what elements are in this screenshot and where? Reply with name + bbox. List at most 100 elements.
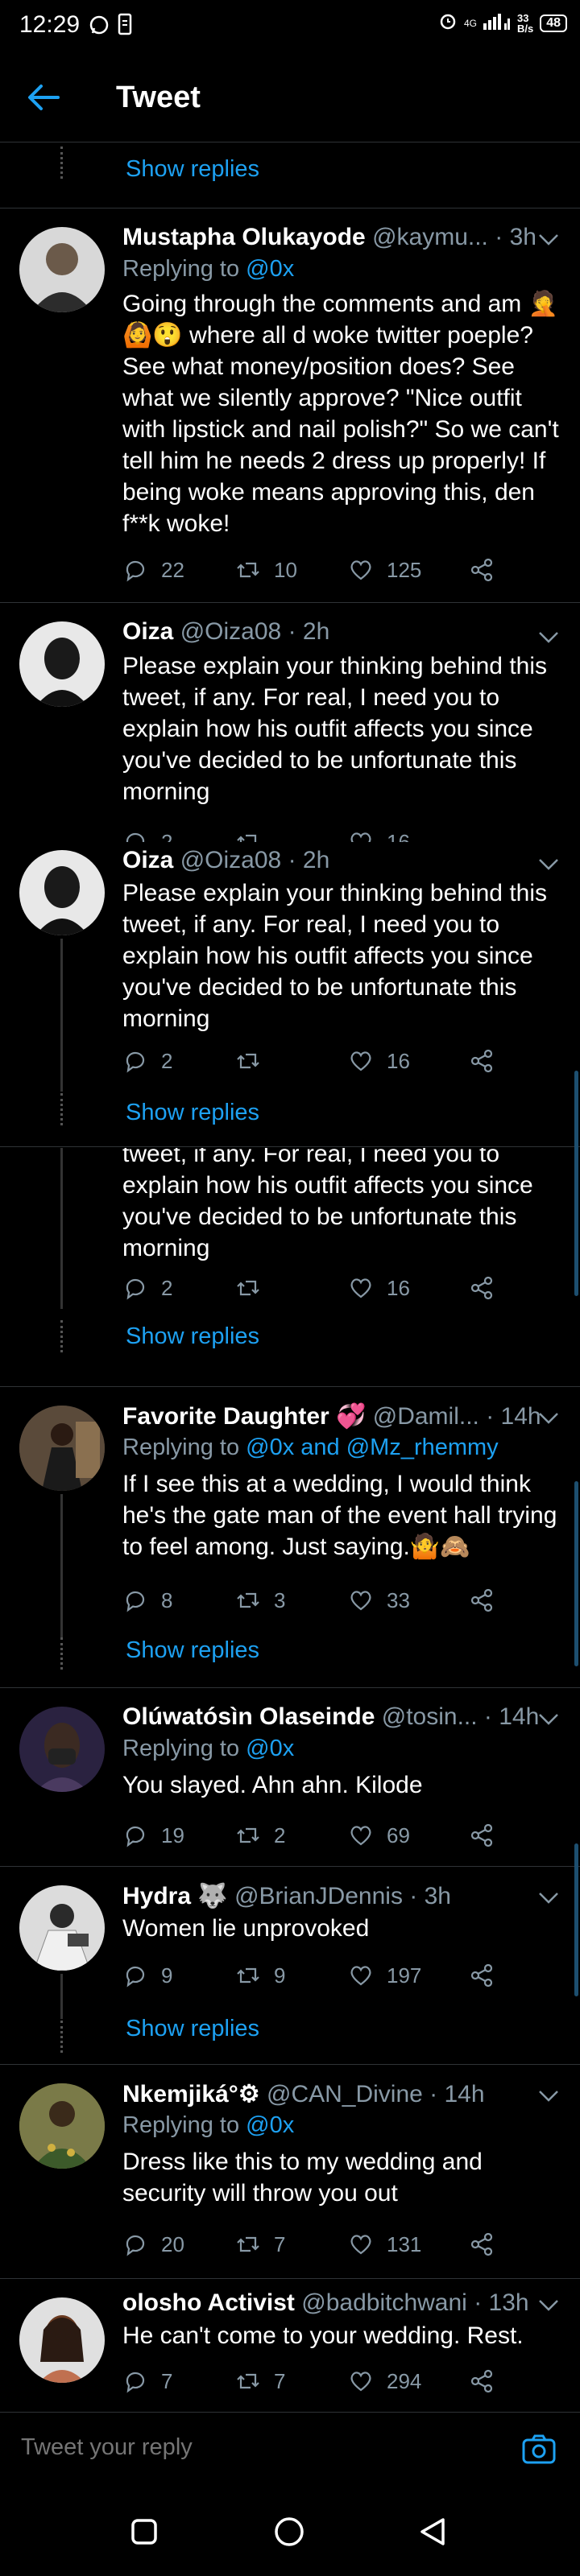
author-name[interactable]: Oiza bbox=[122, 847, 173, 873]
home-icon[interactable] bbox=[274, 2516, 304, 2551]
avatar[interactable] bbox=[19, 1885, 105, 1971]
retweet-icon bbox=[237, 562, 259, 578]
reply-button[interactable]: 2 bbox=[122, 1048, 235, 1074]
avatar[interactable] bbox=[19, 1707, 105, 1792]
share-icon bbox=[470, 1588, 493, 1612]
like-button[interactable]: 16 bbox=[348, 1048, 469, 1074]
author-name[interactable]: Olúwatósìn Olaseinde bbox=[122, 1703, 375, 1730]
tweet-item[interactable]: Oiza @Oiza08 · 2h Please explain your th… bbox=[0, 602, 580, 842]
like-button[interactable]: 33 bbox=[348, 1587, 469, 1613]
retweet-button[interactable]: 2 bbox=[235, 1823, 348, 1848]
author-handle: @Oiza08 bbox=[180, 847, 282, 873]
divider bbox=[0, 1146, 580, 1147]
retweet-button[interactable] bbox=[235, 829, 348, 842]
reply-button[interactable]: 20 bbox=[122, 2231, 235, 2257]
chevron-down-icon[interactable] bbox=[538, 2293, 559, 2318]
reply-input[interactable] bbox=[19, 2434, 474, 2462]
reply-button[interactable]: 19 bbox=[122, 1823, 235, 1848]
retweet-button[interactable]: 10 bbox=[235, 557, 348, 583]
avatar[interactable] bbox=[19, 621, 105, 707]
whatsapp-icon bbox=[89, 14, 110, 39]
share-button[interactable] bbox=[469, 1823, 495, 1848]
retweet-button[interactable]: 3 bbox=[235, 1587, 348, 1613]
author-name[interactable]: Nkemjiká°⚙ bbox=[122, 2081, 260, 2107]
reply-button[interactable]: 9 bbox=[122, 1963, 235, 1988]
avatar[interactable] bbox=[19, 2297, 105, 2383]
tweet-time: · 2h bbox=[288, 847, 330, 873]
share-button[interactable] bbox=[469, 2368, 495, 2394]
camera-icon[interactable] bbox=[522, 2434, 556, 2468]
share-button[interactable] bbox=[469, 557, 495, 583]
author-name[interactable]: Favorite Daughter 💞 bbox=[122, 1403, 366, 1430]
avatar[interactable] bbox=[19, 2083, 105, 2169]
retweet-button[interactable]: 9 bbox=[235, 1963, 348, 1988]
show-replies-link[interactable]: Show replies bbox=[126, 156, 259, 183]
chevron-down-icon[interactable] bbox=[538, 1406, 559, 1430]
like-button[interactable]: 69 bbox=[348, 1823, 469, 1848]
retweet-button[interactable]: 7 bbox=[235, 2231, 348, 2257]
show-replies-link[interactable]: Show replies bbox=[126, 1100, 259, 1126]
share-icon bbox=[470, 1963, 493, 1988]
show-replies-link[interactable]: Show replies bbox=[126, 1323, 259, 1350]
share-button[interactable] bbox=[469, 1963, 495, 1988]
tweet-text: Dress like this to my wedding and securi… bbox=[122, 2149, 483, 2207]
net-speed: 33 B/s bbox=[516, 11, 534, 35]
avatar[interactable] bbox=[19, 1406, 105, 1491]
reply-button[interactable]: 2 bbox=[122, 1275, 235, 1301]
tweet-actions: 2 16 bbox=[122, 1048, 495, 1074]
chevron-down-icon[interactable] bbox=[538, 852, 559, 877]
author-handle: @BrianJDennis bbox=[234, 1883, 403, 1909]
like-button[interactable]: 131 bbox=[348, 2231, 469, 2257]
retweet-button[interactable]: 7 bbox=[235, 2368, 348, 2394]
thread-line bbox=[60, 1148, 63, 1309]
replying-to: Replying to @0x bbox=[122, 256, 295, 282]
tweet-time: · 14h bbox=[486, 1403, 541, 1430]
thread-dots bbox=[60, 1320, 65, 1352]
share-icon bbox=[470, 2369, 493, 2393]
like-button[interactable]: 16 bbox=[348, 1275, 469, 1301]
reply-button[interactable]: 8 bbox=[122, 1587, 235, 1613]
recents-icon[interactable] bbox=[130, 2518, 158, 2549]
share-button[interactable] bbox=[469, 1048, 495, 1074]
retweet-button[interactable] bbox=[235, 1048, 348, 1074]
author-name[interactable]: Oiza bbox=[122, 618, 173, 645]
chevron-down-icon[interactable] bbox=[538, 2083, 559, 2108]
retweet-icon bbox=[237, 1827, 259, 1843]
retweet-icon bbox=[237, 1592, 259, 1608]
reply-icon bbox=[126, 1826, 145, 1847]
share-button[interactable] bbox=[469, 2231, 495, 2257]
reply-icon bbox=[126, 832, 145, 842]
author-name[interactable]: Hydra 🐺 bbox=[122, 1883, 228, 1909]
reply-icon bbox=[126, 1966, 145, 1988]
reply-button[interactable]: 7 bbox=[122, 2368, 235, 2394]
chevron-down-icon[interactable] bbox=[538, 1885, 559, 1910]
like-button[interactable]: 197 bbox=[348, 1963, 469, 1988]
scrollbar-thumb[interactable] bbox=[574, 1481, 578, 1666]
heart-icon bbox=[350, 1278, 371, 1298]
avatar[interactable] bbox=[19, 850, 105, 935]
like-button[interactable]: 294 bbox=[348, 2368, 469, 2394]
show-replies-link[interactable]: Show replies bbox=[126, 2016, 259, 2042]
chevron-down-icon[interactable] bbox=[538, 227, 559, 252]
back-nav-icon[interactable] bbox=[419, 2516, 446, 2551]
share-button[interactable] bbox=[469, 1587, 495, 1613]
chevron-down-icon[interactable] bbox=[538, 625, 559, 650]
scrollbar-thumb[interactable] bbox=[574, 1071, 578, 1296]
scrollbar-thumb[interactable] bbox=[574, 1843, 578, 1996]
chevron-down-icon[interactable] bbox=[538, 1707, 559, 1732]
show-replies-link[interactable]: Show replies bbox=[126, 1637, 259, 1664]
tweet-item[interactable]: tweet, if any. For real, I need you to e… bbox=[0, 1148, 580, 1381]
tweet-item[interactable]: olosho Activist @badbitchwani · 13h He c… bbox=[0, 2278, 580, 2412]
like-button[interactable]: 16 bbox=[348, 829, 469, 842]
tweet-actions: 7 7 294 bbox=[122, 2368, 495, 2394]
retweet-button[interactable] bbox=[235, 1275, 348, 1301]
reply-button[interactable]: 22 bbox=[122, 557, 235, 583]
like-button[interactable]: 125 bbox=[348, 557, 469, 583]
share-button[interactable] bbox=[469, 1275, 495, 1301]
avatar[interactable] bbox=[19, 227, 105, 312]
back-arrow-icon[interactable] bbox=[27, 84, 60, 111]
reply-button[interactable]: 2 bbox=[122, 829, 235, 842]
thread-line bbox=[60, 1494, 63, 1639]
author-name[interactable]: olosho Activist bbox=[122, 2289, 295, 2316]
author-name[interactable]: Mustapha Olukayode bbox=[122, 224, 366, 250]
